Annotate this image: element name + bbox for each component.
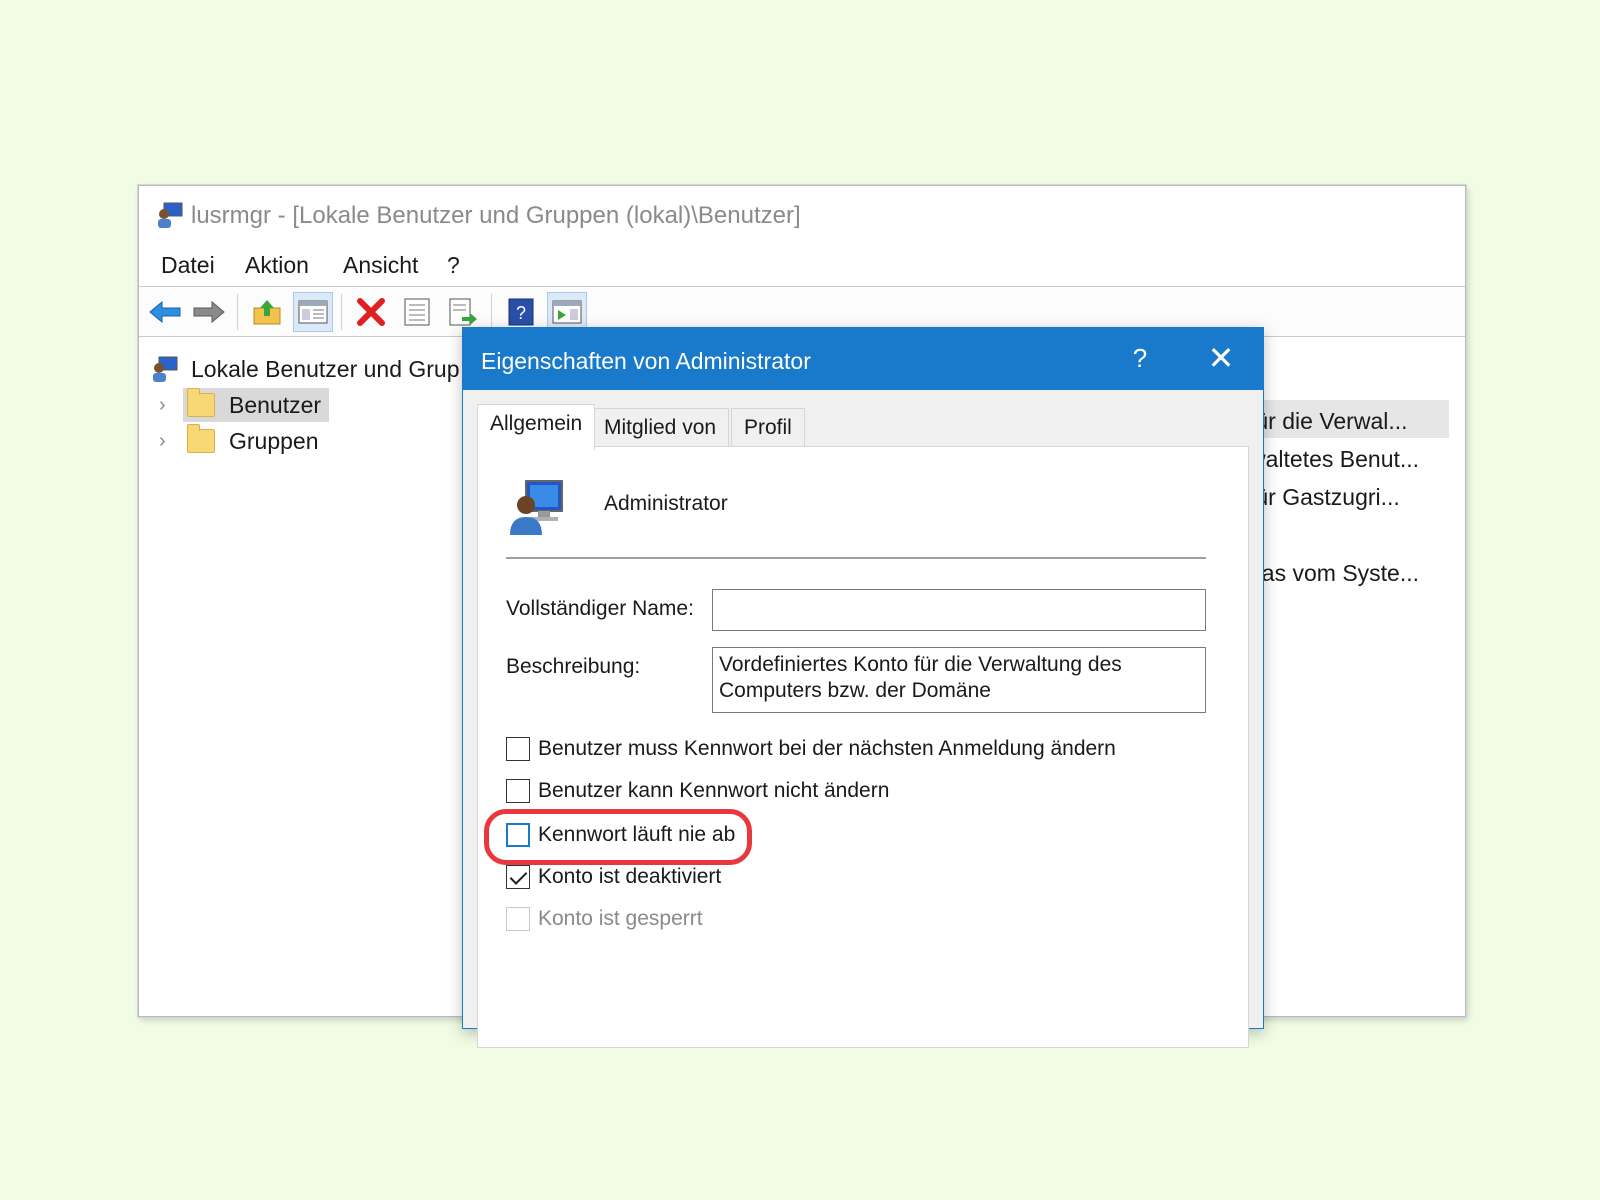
checkbox-box[interactable] bbox=[506, 737, 530, 761]
checkmark-icon bbox=[509, 867, 528, 885]
list-item[interactable]: das vom Syste... bbox=[1249, 560, 1419, 587]
checkbox-label: Benutzer kann Kennwort nicht ändern bbox=[538, 779, 890, 802]
checkbox-cannot-change-password[interactable]: Benutzer kann Kennwort nicht ändern bbox=[506, 779, 889, 803]
full-name-field[interactable] bbox=[712, 589, 1206, 631]
full-name-label: Vollständiger Name: bbox=[506, 597, 694, 620]
tab-panel-allgemein: Administrator Vollständiger Name: Beschr… bbox=[477, 446, 1249, 1048]
divider bbox=[506, 557, 1206, 559]
tab-allgemein[interactable]: Allgemein bbox=[477, 404, 596, 450]
tree-item-label: Benutzer bbox=[229, 391, 322, 418]
list-item[interactable]: für die Verwal... bbox=[1249, 408, 1408, 435]
action-pane-icon[interactable] bbox=[547, 292, 587, 332]
window-title: lusrmgr - [Lokale Benutzer und Gruppen (… bbox=[191, 202, 801, 229]
checkbox-label: Konto ist gesperrt bbox=[538, 907, 703, 930]
dialog-title-bar[interactable]: Eigenschaften von Administrator ? ✕ bbox=[463, 328, 1263, 390]
close-icon[interactable]: ✕ bbox=[1191, 336, 1251, 380]
checkbox-label: Benutzer muss Kennwort bei der nächsten … bbox=[538, 737, 1116, 760]
checkbox-account-locked: Konto ist gesperrt bbox=[506, 907, 703, 931]
dialog-title: Eigenschaften von Administrator bbox=[481, 348, 811, 374]
title-bar[interactable]: lusrmgr - [Lokale Benutzer und Gruppen (… bbox=[139, 186, 1465, 242]
menu-datei[interactable]: Datei bbox=[161, 252, 215, 279]
checkbox-box[interactable] bbox=[506, 779, 530, 803]
chevron-right-icon[interactable]: › bbox=[159, 430, 183, 453]
description-label: Beschreibung: bbox=[506, 655, 641, 678]
tab-profil[interactable]: Profil bbox=[731, 408, 805, 448]
folder-icon bbox=[187, 424, 215, 453]
export-list-icon[interactable] bbox=[443, 292, 483, 332]
tree-item-benutzer[interactable]: › Benutzer bbox=[159, 388, 330, 422]
delete-icon[interactable] bbox=[351, 292, 391, 332]
checkbox-label: Konto ist deaktiviert bbox=[538, 865, 722, 888]
list-item[interactable]: für Gastzugri... bbox=[1249, 484, 1400, 511]
properties-icon[interactable] bbox=[397, 292, 437, 332]
tab-mitglied-von[interactable]: Mitglied von bbox=[591, 408, 730, 448]
users-groups-icon bbox=[158, 202, 183, 228]
svg-text:?: ? bbox=[516, 303, 526, 323]
menu-bar: Datei Aktion Ansicht ? bbox=[139, 246, 1465, 287]
chevron-right-icon[interactable]: › bbox=[159, 394, 183, 417]
dialog-help-button[interactable]: ? bbox=[1115, 338, 1165, 378]
checkbox-must-change-password[interactable]: Benutzer muss Kennwort bei der nächsten … bbox=[506, 737, 1116, 761]
description-line: Vordefiniertes Konto für die Verwaltung … bbox=[719, 653, 1122, 676]
back-arrow-icon[interactable] bbox=[145, 292, 185, 332]
menu-ansicht[interactable]: Ansicht bbox=[343, 252, 418, 279]
user-name: Administrator bbox=[604, 492, 728, 515]
properties-dialog: Eigenschaften von Administrator ? ✕ Allg… bbox=[462, 327, 1264, 1048]
console-tree: Lokale Benutzer und Grup › Benutzer › Gr… bbox=[139, 348, 460, 1008]
tree-root-label: Lokale Benutzer und Grup bbox=[191, 355, 460, 382]
description-field[interactable]: Vordefiniertes Konto für die Verwaltung … bbox=[712, 647, 1206, 713]
checkbox-box[interactable] bbox=[506, 865, 530, 889]
tree-item-gruppen[interactable]: › Gruppen bbox=[159, 424, 327, 458]
list-item[interactable]: waltetes Benut... bbox=[1249, 446, 1419, 473]
up-folder-icon[interactable] bbox=[247, 292, 287, 332]
tree-root[interactable]: Lokale Benutzer und Grup bbox=[149, 352, 460, 386]
folder-icon bbox=[187, 388, 215, 417]
show-hide-console-tree-icon[interactable] bbox=[293, 292, 333, 332]
help-icon[interactable]: ? bbox=[501, 292, 541, 332]
checkbox-box bbox=[506, 907, 530, 931]
tree-item-label: Gruppen bbox=[229, 427, 319, 454]
description-line: Computers bzw. der Domäne bbox=[719, 679, 991, 702]
menu-aktion[interactable]: Aktion bbox=[245, 252, 309, 279]
forward-arrow-icon[interactable] bbox=[189, 292, 229, 332]
users-groups-icon bbox=[153, 356, 178, 382]
checkbox-account-disabled[interactable]: Konto ist deaktiviert bbox=[506, 865, 721, 889]
menu-help[interactable]: ? bbox=[447, 252, 460, 279]
highlight-ring bbox=[484, 809, 752, 865]
user-account-icon bbox=[510, 480, 563, 535]
